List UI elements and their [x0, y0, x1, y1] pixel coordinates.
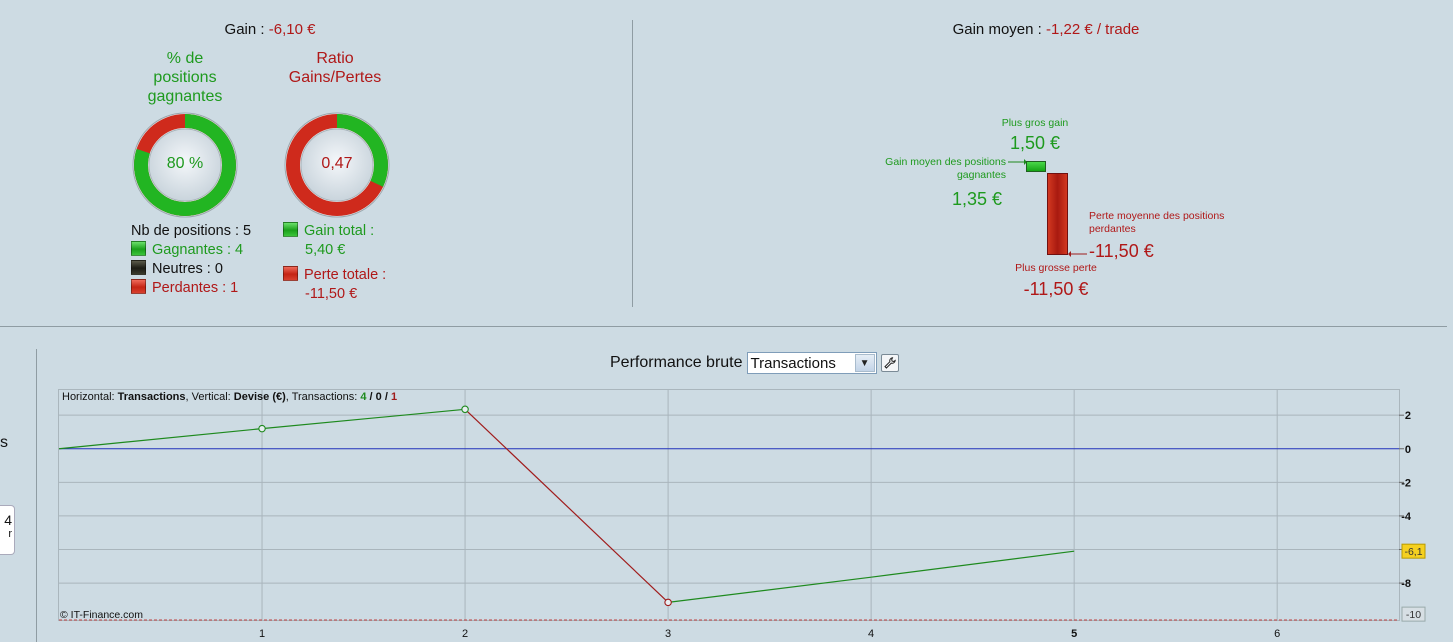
x-tick-label: 5 — [1071, 628, 1077, 640]
series-segment — [464, 408, 669, 603]
info-v-prefix: , Vertical: — [185, 391, 234, 403]
series-segment — [871, 550, 1075, 578]
y-tick-label: -2 — [1401, 477, 1411, 489]
data-point — [664, 598, 672, 607]
min-value-badge: -10 — [1406, 609, 1421, 621]
data-point — [258, 424, 266, 433]
x-tick-label: 3 — [665, 628, 671, 640]
performance-chart: 12345620-2-4-6-8-6,1-10 — [58, 390, 1426, 640]
info-tx-loss: 1 — [390, 391, 398, 403]
y-tick-label: 0 — [1405, 444, 1411, 456]
info-tx-sep2: / — [381, 391, 391, 403]
data-point — [461, 405, 469, 414]
chart-info: Horizontal: Transactions, Vertical: Devi… — [62, 391, 397, 403]
x-tick-label: 6 — [1274, 628, 1280, 640]
y-tick-label: 2 — [1405, 410, 1411, 422]
info-h-prefix: Horizontal: — [62, 391, 118, 403]
x-tick-label: 1 — [259, 628, 265, 640]
info-h-value: Transactions — [117, 391, 186, 403]
series-segment — [668, 576, 872, 603]
x-tick-label: 4 — [868, 628, 874, 640]
series-segment — [261, 408, 466, 430]
info-tx-label: , Transactions: — [285, 391, 361, 403]
copyright: © IT-Finance.com — [60, 609, 144, 621]
y-tick-label: -4 — [1401, 511, 1412, 523]
y-tick-label: -8 — [1401, 578, 1411, 590]
x-tick-label: 2 — [462, 628, 468, 640]
info-tx-sep1: / — [366, 391, 376, 403]
info-v-value: Devise (€) — [233, 391, 286, 403]
series-segment — [58, 428, 263, 450]
current-value-badge: -6,1 — [1404, 546, 1422, 558]
